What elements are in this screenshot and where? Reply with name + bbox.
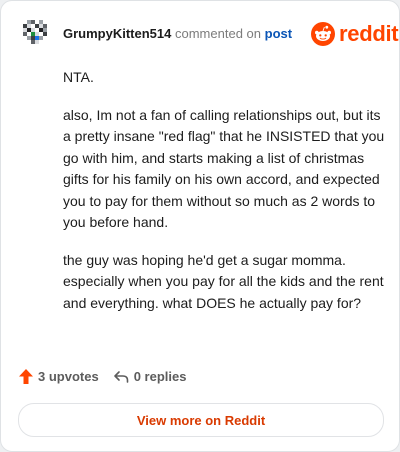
replies-stat[interactable]: 0 replies — [113, 369, 187, 384]
username-link[interactable]: GrumpyKitten514 — [63, 26, 171, 41]
comment-body: NTA. also, Im not a fan of calling relat… — [63, 67, 385, 330]
comment-paragraph-2: also, Im not a fan of calling relationsh… — [63, 106, 385, 231]
reddit-wordmark: reddit — [339, 21, 399, 46]
upvote-arrow-icon — [19, 369, 33, 384]
reply-arrow-icon — [113, 370, 128, 383]
comment-paragraph-1: NTA. — [63, 69, 94, 85]
embedded-comment-card: GrumpyKitten514 commented on post reddit… — [0, 0, 400, 452]
upvotes-count: 3 upvotes — [38, 369, 99, 384]
view-more-button[interactable]: View more on Reddit — [18, 403, 384, 437]
pixel-avatar-icon[interactable] — [21, 18, 49, 46]
action-text: commented on — [175, 26, 261, 41]
replies-count: 0 replies — [133, 369, 187, 384]
comment-header: GrumpyKitten514 commented on post — [63, 26, 292, 42]
comment-paragraph-3: the guy was hoping he'd get a sugar momm… — [63, 251, 384, 311]
comment-footer: 3 upvotes 0 replies — [19, 369, 200, 384]
reddit-snoo-icon — [311, 22, 335, 46]
upvotes-stat[interactable]: 3 upvotes — [19, 369, 99, 384]
post-link[interactable]: post — [265, 26, 292, 41]
reddit-logo[interactable]: reddit — [311, 21, 399, 47]
